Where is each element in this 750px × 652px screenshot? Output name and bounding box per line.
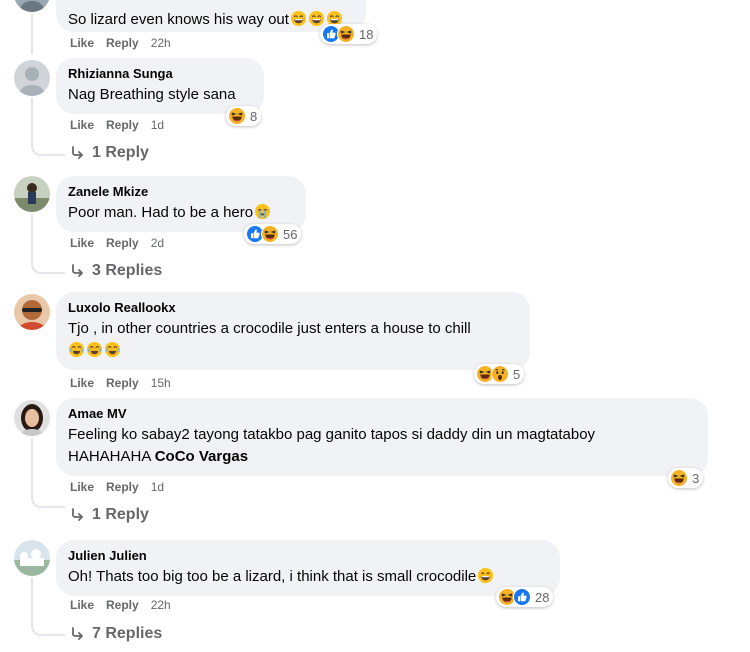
replies-count: 3 Replies: [92, 262, 163, 279]
reaction-summary[interactable]: 18: [320, 24, 378, 44]
haha-reaction-icon: [670, 469, 688, 487]
replies-count: 1 Reply: [92, 144, 149, 161]
crying-laugh-emoji: [104, 341, 121, 358]
comment-text-row: HAHAHAHA CoCo Vargas: [68, 447, 696, 467]
like-button[interactable]: Like: [70, 236, 94, 250]
reply-button[interactable]: Reply: [106, 236, 139, 250]
laugh-emoji: [290, 10, 307, 27]
reaction-count: 5: [513, 366, 521, 382]
comment-actions: Like Reply 15h: [70, 376, 183, 390]
reply-arrow-icon: [70, 626, 86, 642]
avatar[interactable]: [14, 0, 50, 12]
avatar[interactable]: [14, 540, 50, 576]
comment-actions: Like Reply 1d: [70, 118, 176, 132]
comment-text-row: Poor man. Had to be a hero: [68, 203, 294, 223]
view-replies-link[interactable]: 3 Replies: [70, 262, 162, 280]
comment-text-row: Oh! Thats too big too be a lizard, i thi…: [68, 567, 548, 587]
comment-text: Poor man. Had to be a hero: [68, 204, 254, 221]
like-button[interactable]: Like: [70, 598, 94, 612]
thread-line: [31, 14, 33, 54]
tears-emoji: [254, 203, 271, 220]
timestamp[interactable]: 1d: [151, 118, 164, 132]
comment-author[interactable]: Zanele Mkize: [68, 184, 294, 200]
reply-button[interactable]: Reply: [106, 118, 139, 132]
avatar[interactable]: [14, 176, 50, 212]
reaction-summary[interactable]: 56: [244, 224, 302, 244]
reply-button[interactable]: Reply: [106, 36, 139, 50]
avatar[interactable]: [14, 60, 50, 96]
comment-text: So lizard even knows his way out: [68, 11, 289, 28]
comment-author[interactable]: Julien Julien: [68, 548, 548, 564]
comment-actions: Like Reply 22h: [70, 36, 183, 50]
reaction-summary[interactable]: 3: [668, 468, 704, 488]
haha-reaction-icon: [337, 25, 355, 43]
comment-author[interactable]: Amae MV: [68, 406, 696, 422]
avatar[interactable]: [14, 294, 50, 330]
timestamp[interactable]: 15h: [151, 376, 171, 390]
reaction-count: 28: [535, 589, 550, 605]
reply-arrow-icon: [70, 507, 86, 523]
view-replies-link[interactable]: 7 Replies: [70, 625, 162, 643]
comment-bubble: Luxolo Reallookx Tjo , in other countrie…: [56, 292, 530, 370]
reaction-summary[interactable]: 28: [496, 587, 554, 607]
reply-button[interactable]: Reply: [106, 376, 139, 390]
mention-link[interactable]: CoCo Vargas: [155, 448, 248, 465]
comment-text: Nag Breathing style sana: [68, 86, 236, 103]
reaction-count: 3: [692, 470, 700, 486]
reply-button[interactable]: Reply: [106, 480, 139, 494]
haha-reaction-icon: [261, 225, 279, 243]
crying-laugh-emoji: [86, 341, 103, 358]
comment-actions: Like Reply 1d: [70, 480, 176, 494]
like-reaction-icon: [513, 588, 531, 606]
like-button[interactable]: Like: [70, 376, 94, 390]
comment-text: Oh! Thats too big too be a lizard, i thi…: [68, 568, 477, 585]
like-button[interactable]: Like: [70, 118, 94, 132]
replies-count: 7 Replies: [92, 625, 163, 642]
haha-reaction-icon: [228, 107, 246, 125]
view-replies-link[interactable]: 1 Reply: [70, 144, 149, 162]
reaction-summary[interactable]: 5: [474, 364, 525, 384]
laugh-emoji: [477, 567, 494, 584]
comment-bubble: So lizard even knows his way out: [56, 0, 366, 32]
avatar[interactable]: [14, 400, 50, 436]
reply-button[interactable]: Reply: [106, 598, 139, 612]
reply-arrow-icon: [70, 263, 86, 279]
comment-author[interactable]: Rhizianna Sunga: [68, 66, 252, 82]
wow-reaction-icon: [491, 365, 509, 383]
timestamp[interactable]: 2d: [151, 236, 164, 250]
replies-count: 1 Reply: [92, 506, 149, 523]
timestamp[interactable]: 22h: [151, 598, 171, 612]
comment-actions: Like Reply 2d: [70, 236, 176, 250]
comment-actions: Like Reply 22h: [70, 598, 183, 612]
like-button[interactable]: Like: [70, 480, 94, 494]
comment-text-line2: HAHAHAHA: [68, 448, 151, 465]
timestamp[interactable]: 1d: [151, 480, 164, 494]
reaction-count: 18: [359, 26, 374, 42]
view-replies-link[interactable]: 1 Reply: [70, 506, 149, 524]
comment-text-row: So lizard even knows his way out: [68, 10, 354, 30]
emoji-row: [68, 341, 518, 361]
reaction-count: 56: [283, 226, 298, 242]
timestamp[interactable]: 22h: [151, 36, 171, 50]
reaction-count: 8: [250, 108, 258, 124]
comment-text: Feeling ko sabay2 tayong tatakbo pag gan…: [68, 426, 596, 443]
comment-bubble: Julien Julien Oh! Thats too big too be a…: [56, 540, 560, 596]
reply-arrow-icon: [70, 145, 86, 161]
comment-bubble: Amae MV Feeling ko sabay2 tayong tatakbo…: [56, 398, 708, 476]
comment-text: Tjo , in other countries a crocodile jus…: [68, 320, 471, 337]
like-button[interactable]: Like: [70, 36, 94, 50]
comment-author[interactable]: Luxolo Reallookx: [68, 300, 518, 316]
crying-laugh-emoji: [68, 341, 85, 358]
reaction-summary[interactable]: 8: [226, 106, 262, 126]
